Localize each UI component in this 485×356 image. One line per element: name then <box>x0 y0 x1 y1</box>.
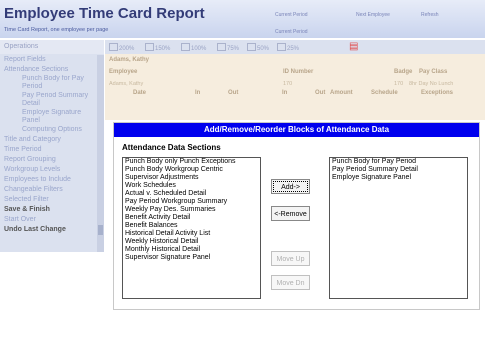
zoom-150-button[interactable]: 150% <box>145 43 170 52</box>
list-item[interactable]: Punch Body for Pay Period <box>330 158 467 166</box>
remove-button[interactable]: <-Remove <box>271 206 310 221</box>
list-item[interactable]: Pay Period Summary Detail <box>330 166 467 174</box>
list-item[interactable]: Work Schedules <box>123 182 260 190</box>
pay-class-value: 8hr Day No Lunch <box>409 81 454 87</box>
col-out-2: Out <box>315 90 326 96</box>
page-title: Employee Time Card Report <box>4 5 205 22</box>
sidebar-item[interactable]: Attendance Sections <box>0 65 97 75</box>
list-item[interactable]: Weekly Pay Des. Summaries <box>123 206 260 214</box>
list-item[interactable]: Punch Body Workgroup Centric <box>123 166 260 174</box>
sidebar-item[interactable]: Employees to Include <box>0 175 97 185</box>
sidebar-item[interactable]: Selected Filter <box>0 195 97 205</box>
zoom-200-button[interactable]: 200% <box>109 43 134 52</box>
list-item[interactable]: Actual v. Scheduled Detail <box>123 190 260 198</box>
pdf-icon[interactable]: ▤ <box>349 41 358 52</box>
sidebar-item[interactable]: Time Period <box>0 145 97 155</box>
id-value: 170 <box>283 81 293 87</box>
sidebar-item[interactable]: Title and Category <box>0 135 97 145</box>
page-subtitle: Time Card Report, one employee per page <box>4 27 109 33</box>
col-amount: Amount <box>330 90 353 96</box>
sidebar-item[interactable]: Undo Last Change <box>0 225 97 235</box>
report-header: Employee Time Card Report Time Card Repo… <box>0 0 485 38</box>
col-out-1: Out <box>228 90 239 96</box>
zoom-50-button[interactable]: 50% <box>247 43 269 52</box>
dialog-title: Add/Remove/Reorder Blocks of Attendance … <box>114 123 479 137</box>
id-number-label: ID Number <box>283 69 314 75</box>
attendance-blocks-dialog: Add/Remove/Reorder Blocks of Attendance … <box>113 122 480 310</box>
report-preview: Adams, Kathy Employee ID Number Badge Pa… <box>105 54 485 120</box>
move-down-button[interactable]: Move Dn <box>271 275 310 290</box>
pay-class-label: Pay Class <box>419 69 448 75</box>
list-item[interactable]: Benefit Balances <box>123 222 260 230</box>
sidebar-item[interactable]: Employe Signature Panel <box>0 109 97 125</box>
move-up-button[interactable]: Move Up <box>271 251 310 266</box>
zoom-25-button[interactable]: 25% <box>277 43 299 52</box>
sidebar-item[interactable]: Punch Body for Pay Period <box>0 75 97 91</box>
col-date: Date <box>133 90 147 96</box>
sidebar-list: Report Fields Attendance Sections Punch Bo… <box>0 55 97 235</box>
list-item[interactable]: Benefit Activity Detail <box>123 214 260 222</box>
current-period-value: Current Period <box>275 29 308 35</box>
list-item[interactable]: Supervisor Adjustments <box>123 174 260 182</box>
zoom-100-button[interactable]: 100% <box>181 43 206 52</box>
badge-value: 170 <box>394 81 404 87</box>
sidebar-item[interactable]: Workgroup Levels <box>0 165 97 175</box>
employee-heading: Adams, Kathy <box>109 57 150 63</box>
list-item[interactable]: Monthly Historical Detail <box>123 246 260 254</box>
col-schedule: Schedule <box>371 90 398 96</box>
sidebar-item[interactable]: Computing Options <box>0 126 97 134</box>
sidebar-item[interactable]: Start Over <box>0 215 97 225</box>
list-item[interactable]: Employe Signature Panel <box>330 174 467 182</box>
employee-value: Adams, Kathy <box>109 81 144 87</box>
add-button[interactable]: Add-> <box>271 179 310 194</box>
zoom-75-button[interactable]: 75% <box>217 43 239 52</box>
list-item[interactable]: Weekly Historical Detail <box>123 238 260 246</box>
current-period-label: Current Period <box>275 12 308 18</box>
sections-label: Attendance Data Sections <box>122 143 221 152</box>
sidebar-title: Operations <box>0 40 104 54</box>
sidebar-item[interactable]: Report Fields <box>0 55 97 65</box>
employee-label: Employee <box>109 69 138 75</box>
next-employee-link[interactable]: Next Employee <box>356 12 390 18</box>
refresh-link[interactable]: Refresh <box>421 12 439 18</box>
col-exceptions: Exceptions <box>421 90 454 96</box>
col-in-2: In <box>282 90 288 96</box>
list-item[interactable]: Supervisor Signature Panel <box>123 254 260 262</box>
operations-sidebar: Operations Report Fields Attendance Secti… <box>0 40 104 252</box>
sidebar-item[interactable]: Changeable Filters <box>0 185 97 195</box>
col-in-1: In <box>195 90 201 96</box>
sidebar-item[interactable]: Pay Period Summary Detail <box>0 92 97 108</box>
sidebar-item[interactable]: Report Grouping <box>0 155 97 165</box>
available-sections-listbox[interactable]: Punch Body only Punch Exceptions Punch Bo… <box>122 157 261 299</box>
list-item[interactable]: Pay Period Workgroup Summary <box>123 198 260 206</box>
list-item[interactable]: Historical Detail Activity List <box>123 230 260 238</box>
scrollbar-thumb[interactable] <box>98 225 103 235</box>
selected-sections-listbox[interactable]: Punch Body for Pay Period Pay Period Summ… <box>329 157 468 299</box>
badge-label: Badge <box>394 69 413 75</box>
zoom-toolbar: 200% 150% 100% 75% 50% 25% ▤ <box>105 40 485 54</box>
list-item[interactable]: Punch Body only Punch Exceptions <box>123 158 260 166</box>
sidebar-item[interactable]: Save & Finish <box>0 205 97 215</box>
sidebar-scrollbar[interactable] <box>97 55 104 252</box>
